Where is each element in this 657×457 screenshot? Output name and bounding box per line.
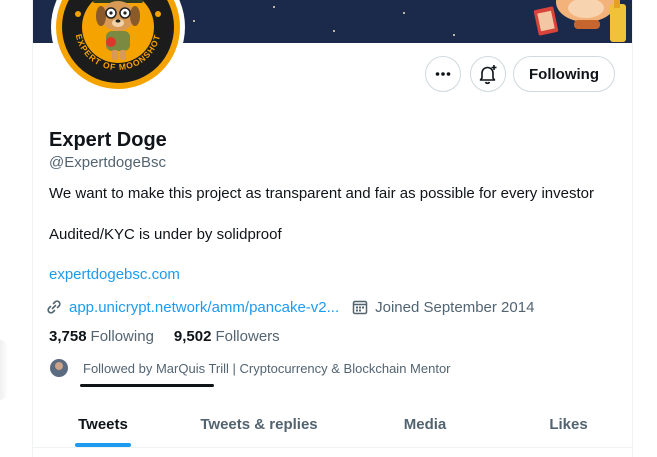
joined-date: Joined September 2014 [375,298,535,316]
tabs-divider [33,447,632,448]
profile-column: EXPERT OF MOONSHOT Following Expert Doge… [32,0,633,457]
left-edge-shadow [0,340,8,400]
tab-likes[interactable]: Likes [505,401,632,447]
tab-label: Likes [549,415,588,433]
bell-plus-icon [479,65,497,85]
follower-avatar [49,358,69,378]
profile-avatar[interactable]: EXPERT OF MOONSHOT [51,0,185,94]
website-link[interactable]: expertdogebsc.com [49,266,180,283]
banner-star [403,12,405,14]
tab-label: Tweets & replies [200,415,318,433]
profile-meta-row: app.unicrypt.network/amm/pancake-v2... J… [45,297,534,317]
location-link[interactable]: app.unicrypt.network/amm/pancake-v2... [69,299,339,316]
hover-underline [80,384,214,387]
tab-label: Media [403,415,447,433]
bio-text: Audited/KYC is under by solidproof [49,226,282,243]
notifications-button[interactable] [470,56,506,92]
banner-star [453,34,455,36]
followers-count-link[interactable]: 9,502 Followers [174,328,280,345]
calendar-icon [352,300,368,315]
bio-text: We want to make this project as transpar… [49,185,594,202]
display-name: Expert Doge [49,129,167,151]
following-count-link[interactable]: 3,758 Following [49,328,154,345]
more-horizontal-icon [435,72,451,76]
followed-by-text: Followed by MarQuis Trill | Cryptocurren… [83,360,451,376]
following-count: 3,758 [49,328,87,345]
banner-dog-illustration [533,0,626,42]
user-handle: @ExpertdogeBsc [49,154,166,171]
banner-star [333,30,335,32]
followed-by-row[interactable]: Followed by MarQuis Trill | Cryptocurren… [49,358,451,378]
expert-doge-logo: EXPERT OF MOONSHOT [56,0,180,89]
follow-counts: 3,758 Following 9,502 Followers [49,328,280,345]
tab-tweets[interactable]: Tweets [33,401,173,447]
tab-media[interactable]: Media [345,401,505,447]
following-button[interactable]: Following [513,56,615,92]
banner-star [273,6,275,8]
tab-label: Tweets [78,415,128,433]
profile-tabs: Tweets Tweets & replies Media Likes [33,401,632,447]
tab-tweets-and-replies[interactable]: Tweets & replies [173,401,345,447]
following-label: Following [90,328,154,345]
banner-star [193,20,195,22]
joined-group: Joined September 2014 [351,298,534,316]
link-icon [47,300,61,314]
followers-label: Followers [215,328,280,345]
more-options-button[interactable] [425,56,461,92]
followers-count: 9,502 [173,328,212,345]
